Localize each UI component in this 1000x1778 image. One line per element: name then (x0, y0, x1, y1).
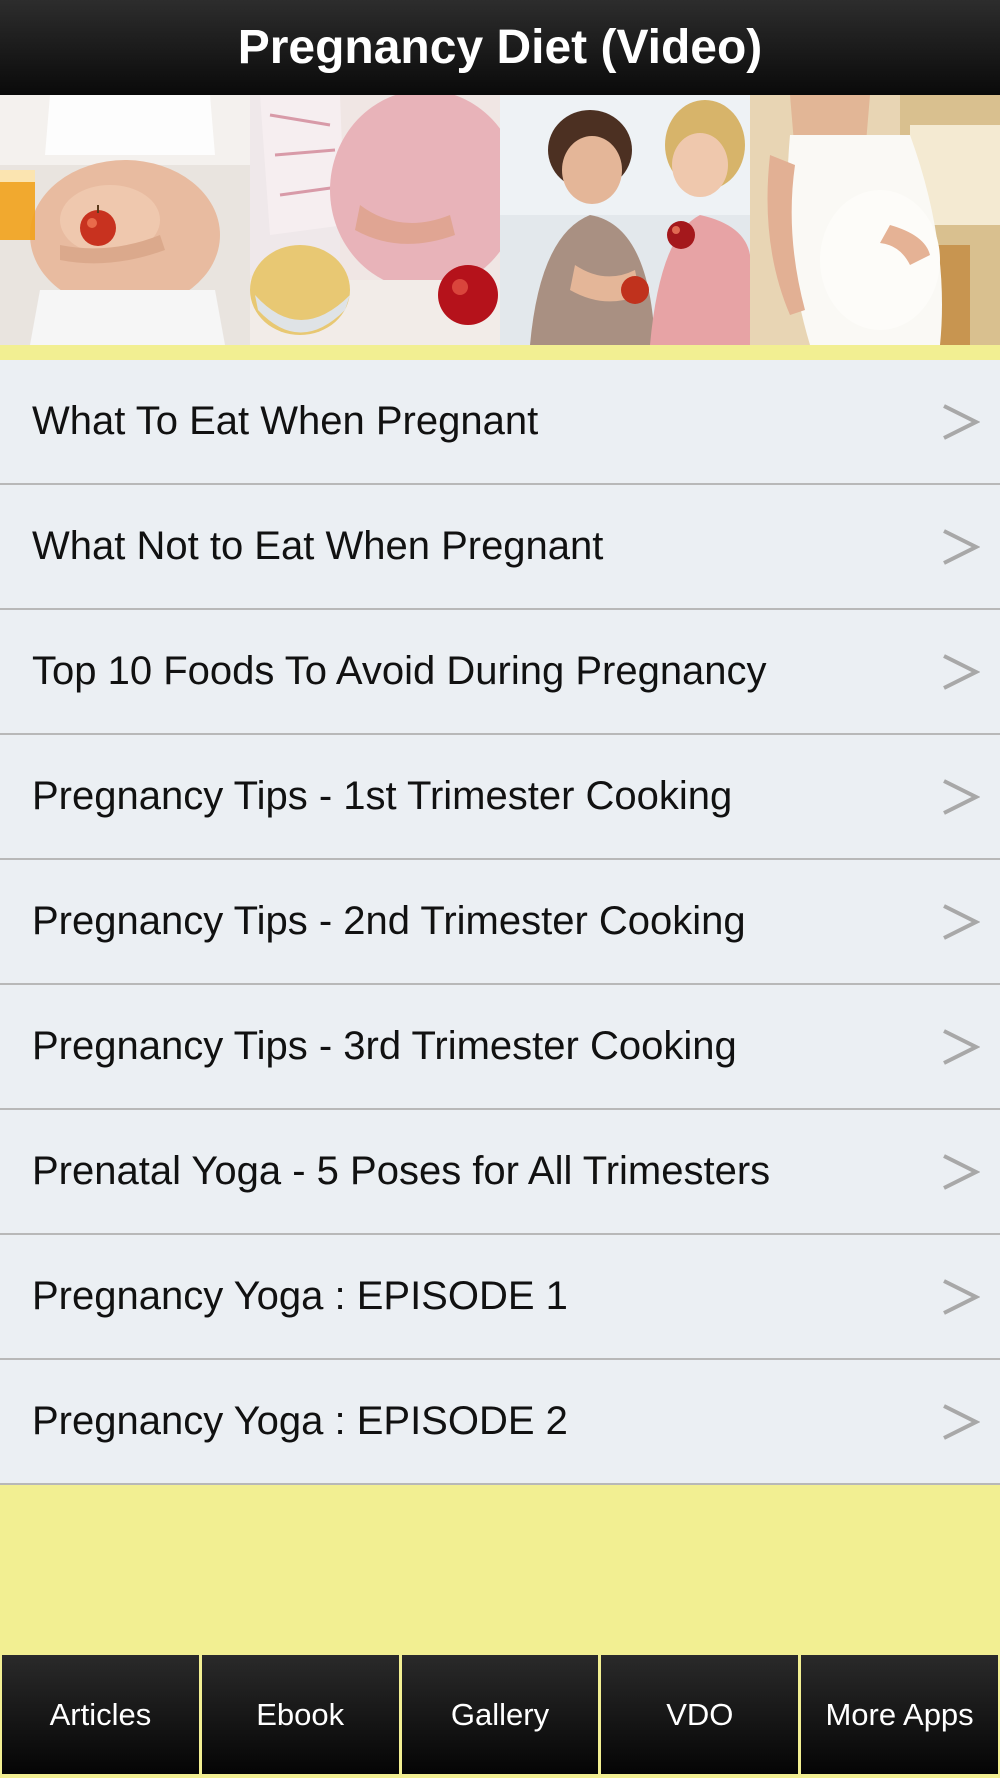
menu-item-label: Pregnancy Yoga : EPISODE 1 (32, 1274, 568, 1318)
menu-item-label: Pregnancy Tips - 1st Trimester Cooking (32, 774, 733, 818)
menu-item-label: Prenatal Yoga - 5 Poses for All Trimeste… (32, 1149, 771, 1193)
tab-more-apps[interactable]: More Apps (801, 1655, 998, 1774)
banner-image-strip (0, 95, 1000, 345)
page-title: Pregnancy Diet (Video) (237, 21, 763, 74)
chevron-right-icon (943, 778, 980, 815)
menu-item-1st-trimester[interactable]: Pregnancy Tips - 1st Trimester Cooking (0, 735, 1000, 860)
menu-list: What To Eat When Pregnant What Not to Ea… (0, 360, 1000, 1485)
menu-item-label: What Not to Eat When Pregnant (32, 524, 604, 568)
menu-item-3rd-trimester[interactable]: Pregnancy Tips - 3rd Trimester Cooking (0, 985, 1000, 1110)
menu-item-yoga-episode-2[interactable]: Pregnancy Yoga : EPISODE 2 (0, 1360, 1000, 1485)
title-bar: Pregnancy Diet (Video) (0, 0, 1000, 95)
menu-item-label: Top 10 Foods To Avoid During Pregnancy (32, 649, 767, 693)
chevron-right-icon (943, 403, 980, 440)
pregnant-woman-white-top-photo (750, 95, 1000, 345)
chevron-right-icon (943, 653, 980, 690)
tab-ebook[interactable]: Ebook (201, 1655, 399, 1774)
menu-item-yoga-episode-1[interactable]: Pregnancy Yoga : EPISODE 1 (0, 1235, 1000, 1360)
menu-item-label: Pregnancy Yoga : EPISODE 2 (32, 1399, 568, 1443)
two-women-apples-photo (500, 95, 750, 345)
tab-vdo[interactable]: VDO (601, 1655, 799, 1774)
menu-item-top-10-foods[interactable]: Top 10 Foods To Avoid During Pregnancy (0, 610, 1000, 735)
chevron-right-icon (943, 1028, 980, 1065)
chevron-right-icon (943, 1153, 980, 1190)
pregnant-belly-apple-photo (0, 95, 250, 345)
menu-item-label: What To Eat When Pregnant (32, 399, 539, 443)
menu-item-what-not-to-eat[interactable]: What Not to Eat When Pregnant (0, 485, 1000, 610)
menu-item-2nd-trimester[interactable]: Pregnancy Tips - 2nd Trimester Cooking (0, 860, 1000, 985)
tab-articles[interactable]: Articles (2, 1655, 199, 1774)
menu-item-label: Pregnancy Tips - 2nd Trimester Cooking (32, 899, 746, 943)
menu-item-label: Pregnancy Tips - 3rd Trimester Cooking (32, 1024, 737, 1068)
chevron-right-icon (943, 1403, 980, 1440)
chevron-right-icon (943, 1278, 980, 1315)
chips-and-apple-photo (250, 95, 500, 345)
chevron-right-icon (943, 528, 980, 565)
menu-item-prenatal-yoga[interactable]: Prenatal Yoga - 5 Poses for All Trimeste… (0, 1110, 1000, 1235)
chevron-right-icon (943, 903, 980, 940)
tab-gallery[interactable]: Gallery (401, 1655, 599, 1774)
bottom-tab-bar: Articles Ebook Gallery VDO More Apps (0, 1652, 1000, 1778)
menu-item-what-to-eat[interactable]: What To Eat When Pregnant (0, 360, 1000, 485)
